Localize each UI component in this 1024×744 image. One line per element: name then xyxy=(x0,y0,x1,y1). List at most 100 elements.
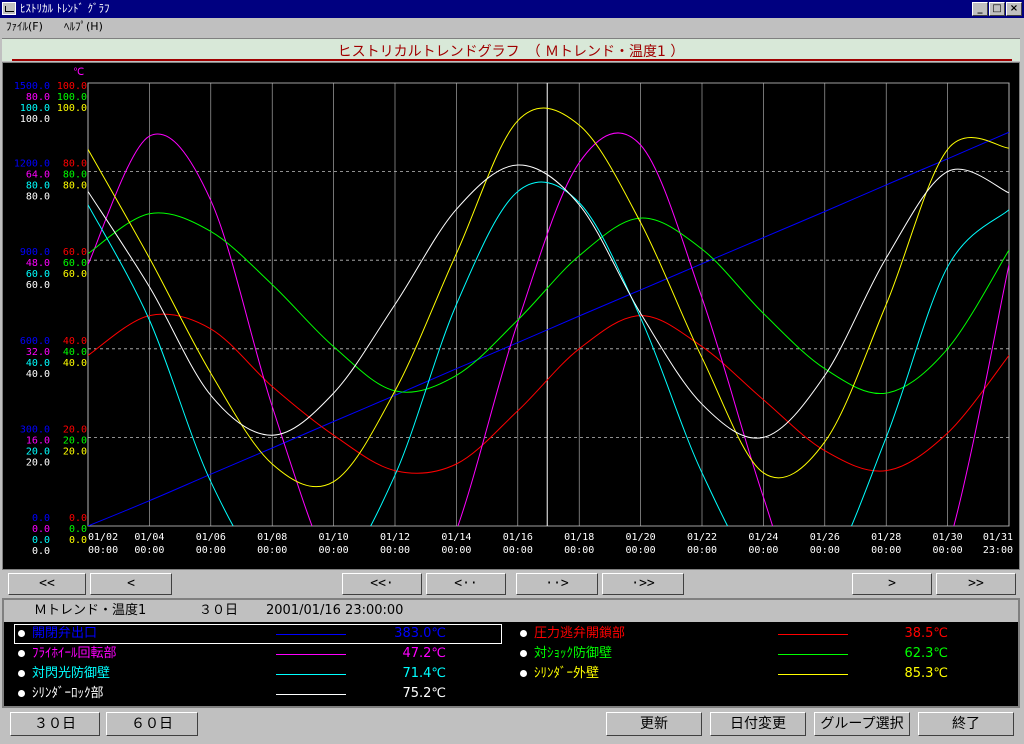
x-tick-label: 01/10 xyxy=(319,532,349,543)
y-tick-label: 0.0 xyxy=(32,535,50,546)
bottom-toolbar: ３０日 ６０日 更新 日付変更 グループ選択 終了 xyxy=(0,708,1024,744)
menu-bar: ﾌｧｲﾙ(F) ﾍﾙﾌﾟ(H) xyxy=(0,18,1024,36)
close-button[interactable]: × xyxy=(1006,2,1022,16)
legend-name: 対ｼｮｯｸ防御壁 xyxy=(534,646,613,661)
minimize-button[interactable]: _ xyxy=(972,2,988,16)
app-icon[interactable] xyxy=(2,2,16,15)
legend-value: 38.5℃ xyxy=(904,626,948,641)
legend-line xyxy=(276,674,346,675)
x-tick-label: 23:00 xyxy=(983,545,1013,556)
y-tick-label: 60.0 xyxy=(63,269,87,280)
series-line xyxy=(88,164,1009,439)
legend-item[interactable]: 対閃光防御壁 71.4℃ xyxy=(14,664,494,684)
graph-header: ヒストリカルトレンドグラフ （ Ｍトレンド・温度1 ） xyxy=(2,38,1020,61)
x-tick-label: 00:00 xyxy=(687,545,717,556)
legend-item[interactable]: ｼﾘﾝﾀﾞｰﾛｯｸ部 75.2℃ xyxy=(14,684,494,704)
bullet-icon xyxy=(18,650,25,657)
group-select-button[interactable]: グループ選択 xyxy=(814,712,910,736)
y-tick-label: 100.0 xyxy=(20,103,50,114)
series-line xyxy=(88,107,1009,488)
x-tick-label: 00:00 xyxy=(933,545,963,556)
days30-button[interactable]: ３０日 xyxy=(10,712,100,736)
window-title: ﾋｽﾄﾘｶﾙ ﾄﾚﾝﾄﾞ ｸﾞﾗﾌ xyxy=(20,2,110,15)
y-tick-label: 80.0 xyxy=(63,170,87,181)
trend-chart[interactable]: ℃ 0.0 0.0 0.0 0.0 0.0 0.0 0.0 300.0 16.0 20.0 20.0 2… xyxy=(2,62,1020,570)
y-tick-label: 80.0 xyxy=(26,181,50,192)
nav-last-button[interactable]: >> xyxy=(936,573,1016,595)
y-tick-label: 20.0 xyxy=(26,446,50,457)
nav-forward-page-button[interactable]: ·>> xyxy=(602,573,684,595)
y-tick-label: 20.0 xyxy=(26,457,50,468)
y-tick-label: 20.0 xyxy=(63,446,87,457)
x-tick-label: 01/22 xyxy=(687,532,717,543)
x-tick-label: 00:00 xyxy=(134,545,164,556)
legend-value: 71.4℃ xyxy=(402,666,446,681)
y-tick-label: 60.0 xyxy=(63,247,87,258)
menu-help[interactable]: ﾍﾙﾌﾟ(H) xyxy=(64,18,103,36)
maximize-button[interactable]: □ xyxy=(989,2,1005,16)
legend-line xyxy=(778,654,848,655)
x-tick-label: 01/06 xyxy=(196,532,226,543)
x-tick-label: 01/31 xyxy=(983,532,1013,543)
menu-file[interactable]: ﾌｧｲﾙ(F) xyxy=(6,18,43,36)
y-tick-label: 0.0 xyxy=(69,513,87,524)
x-tick-label: 01/24 xyxy=(748,532,778,543)
legend-item[interactable]: ｼﾘﾝﾀﾞｰ外壁 85.3℃ xyxy=(516,664,996,684)
period-label: ３０日 xyxy=(199,603,239,618)
nav-prev-button[interactable]: < xyxy=(90,573,172,595)
x-tick-label: 01/16 xyxy=(503,532,533,543)
plot-frame xyxy=(87,82,1010,527)
x-tick-label: 01/28 xyxy=(871,532,901,543)
bullet-icon xyxy=(18,630,25,637)
y-tick-label: 40.0 xyxy=(26,358,50,369)
nav-forward-half-button[interactable]: ··> xyxy=(516,573,598,595)
y-tick-label: 32.0 xyxy=(26,347,50,358)
update-button[interactable]: 更新 xyxy=(606,712,702,736)
legend-line xyxy=(276,634,346,635)
legend-line xyxy=(276,694,346,695)
y-tick-label: 0.0 xyxy=(32,524,50,535)
nav-back-half-button[interactable]: <·· xyxy=(426,573,506,595)
y-tick-label: 60.0 xyxy=(26,280,50,291)
legend-item[interactable]: 開閉弁出口 383.0℃ xyxy=(14,624,494,644)
x-tick-label: 00:00 xyxy=(503,545,533,556)
x-tick-label: 00:00 xyxy=(564,545,594,556)
legend-line xyxy=(276,654,346,655)
y-tick-label: 40.0 xyxy=(63,336,87,347)
y-tick-label: 0.0 xyxy=(69,535,87,546)
date-change-button[interactable]: 日付変更 xyxy=(710,712,806,736)
y-tick-label: 40.0 xyxy=(26,369,50,380)
x-tick-label: 00:00 xyxy=(871,545,901,556)
info-bar: Ｍトレンド・温度1 ３０日 2001/01/16 23:00:00 xyxy=(4,600,1018,622)
series-line xyxy=(88,313,1009,474)
y-tick-label: 20.0 xyxy=(63,424,87,435)
x-tick-label: 00:00 xyxy=(88,545,118,556)
x-tick-label: 01/04 xyxy=(134,532,164,543)
legend-name: ｼﾘﾝﾀﾞｰﾛｯｸ部 xyxy=(32,686,104,701)
bullet-icon xyxy=(18,670,25,677)
days60-button[interactable]: ６０日 xyxy=(106,712,198,736)
x-tick-label: 00:00 xyxy=(196,545,226,556)
y-tick-label: 100.0 xyxy=(57,103,87,114)
legend-line xyxy=(778,634,848,635)
x-tick-label: 01/14 xyxy=(441,532,471,543)
legend-item[interactable]: 対ｼｮｯｸ防御壁 62.3℃ xyxy=(516,644,996,664)
x-tick-label: 00:00 xyxy=(441,545,471,556)
legend-item[interactable]: ﾌﾗｲﾎｲｰﾙ回転部 47.2℃ xyxy=(14,644,494,664)
x-tick-label: 00:00 xyxy=(748,545,778,556)
y-tick-label: 40.0 xyxy=(63,347,87,358)
nav-first-button[interactable]: << xyxy=(8,573,86,595)
nav-back-page-button[interactable]: <<· xyxy=(342,573,422,595)
x-tick-label: 01/08 xyxy=(257,532,287,543)
legend-item[interactable]: 圧力逃弁開鎖部 38.5℃ xyxy=(516,624,996,644)
y-tick-label: 16.0 xyxy=(26,435,50,446)
y-tick-label: 0.0 xyxy=(69,524,87,535)
legend-value: 383.0℃ xyxy=(394,626,446,641)
exit-button[interactable]: 終了 xyxy=(918,712,1014,736)
nav-next-button[interactable]: > xyxy=(852,573,932,595)
y-tick-label: 48.0 xyxy=(26,258,50,269)
y-tick-label: 80.0 xyxy=(63,181,87,192)
y-tick-label: 300.0 xyxy=(20,424,50,435)
x-tick-label: 01/18 xyxy=(564,532,594,543)
legend-name: ﾌﾗｲﾎｲｰﾙ回転部 xyxy=(32,646,117,661)
